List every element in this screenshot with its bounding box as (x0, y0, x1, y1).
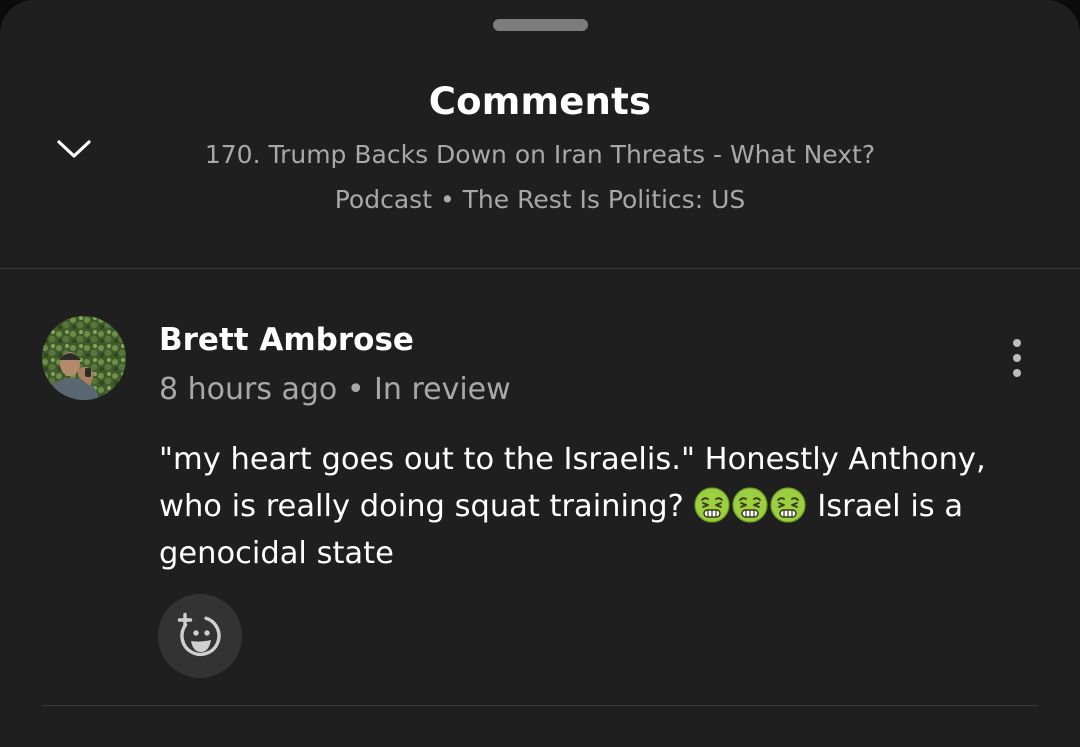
add-reaction-button[interactable] (158, 594, 242, 678)
sheet-title: Comments (428, 80, 652, 123)
comment-text: "my heart goes out to the Israelis." Hon… (159, 436, 1009, 577)
episode-title[interactable]: 170. Trump Backs Down on Iran Threats - … (0, 140, 1080, 169)
comments-sheet: Comments 170. Trump Backs Down on Iran T… (0, 0, 1080, 747)
header-divider (0, 268, 1080, 269)
comment-divider (42, 705, 1038, 706)
drag-handle[interactable] (493, 19, 588, 31)
podcast-subtitle[interactable]: Podcast • The Rest Is Politics: US (0, 185, 1080, 214)
nauseated-face-icon (769, 487, 806, 523)
add-reaction-icon (177, 612, 221, 657)
nauseated-face-icon (731, 487, 768, 523)
emoji-group (693, 487, 808, 524)
comment-author[interactable]: Brett Ambrose (159, 322, 414, 358)
comment-meta: 8 hours ago • In review (159, 372, 511, 407)
nauseated-face-icon (693, 487, 730, 523)
more-vertical-icon (1013, 339, 1021, 347)
avatar[interactable] (42, 316, 126, 400)
more-options-button[interactable] (998, 330, 1036, 386)
